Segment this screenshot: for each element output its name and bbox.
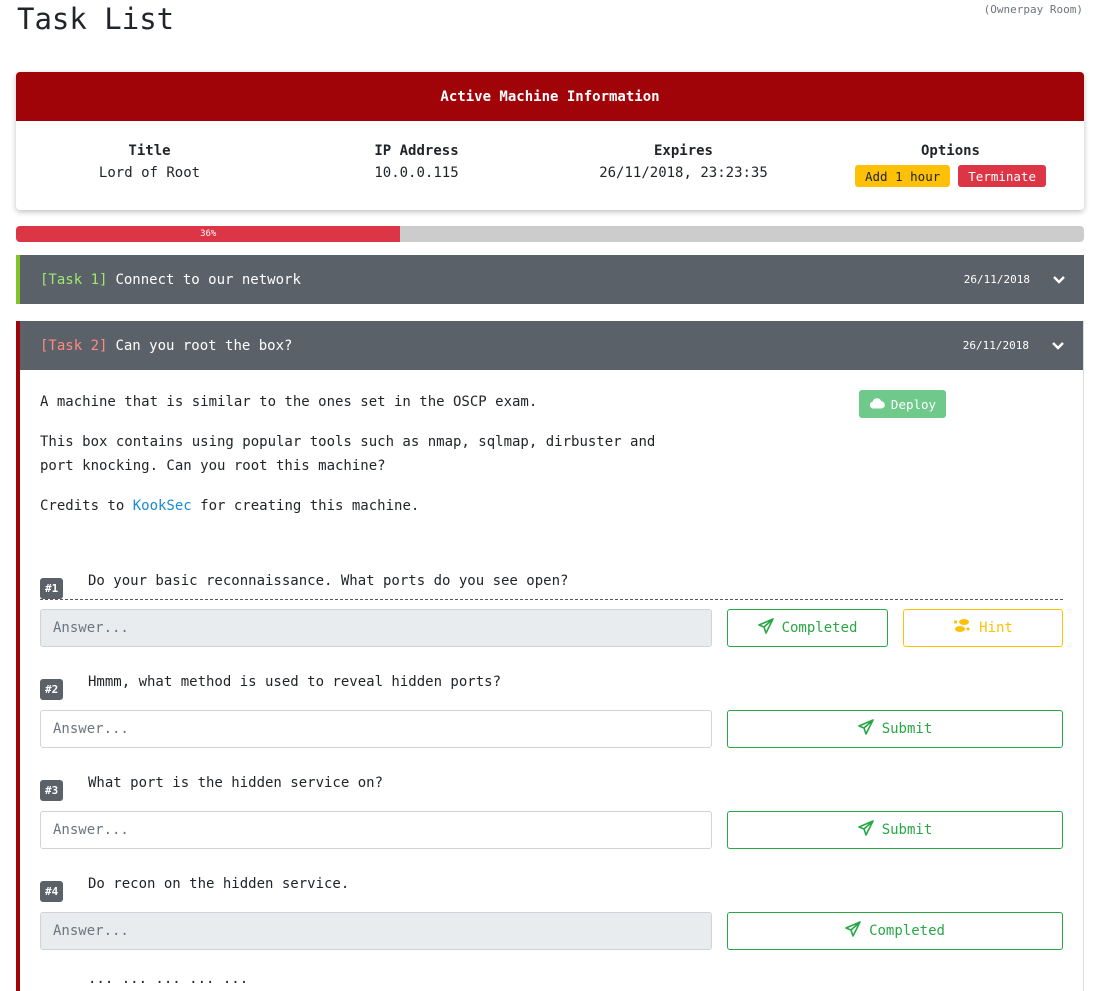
- progress-fill: 36%: [16, 226, 401, 242]
- submit-label: Submit: [881, 822, 933, 838]
- question-4: #4 Do recon on the hidden service. Compl…: [40, 876, 1063, 966]
- machine-expires-value: 26/11/2018, 23:23:35: [599, 165, 768, 181]
- paper-plane-icon: [857, 719, 874, 739]
- task-desc-paragraph: A machine that is similar to the ones se…: [40, 394, 538, 410]
- machine-title-col: Title Lord of Root: [16, 143, 283, 187]
- terminate-button[interactable]: Terminate: [958, 165, 1046, 187]
- task-1-number: [Task 1]: [40, 271, 108, 288]
- question-badge: #4: [40, 881, 64, 902]
- chevron-down-icon[interactable]: [1051, 339, 1065, 353]
- answer-input[interactable]: [40, 710, 712, 748]
- question-text: What port is the hidden service on?: [88, 775, 384, 791]
- submit-button[interactable]: Submit: [727, 710, 1063, 748]
- chevron-down-icon[interactable]: [1052, 273, 1066, 287]
- answer-input[interactable]: [40, 811, 712, 849]
- paper-plane-icon: [845, 921, 861, 941]
- question-text: Hmmm, what method is used to reveal hidd…: [88, 674, 502, 690]
- deploy-button[interactable]: Deploy: [859, 390, 946, 418]
- credits-prefix: Credits to: [40, 498, 133, 514]
- task-desc-paragraph: This box contains using popular tools su…: [40, 434, 656, 474]
- credits-suffix: for creating this machine.: [191, 498, 420, 514]
- add-hour-button[interactable]: Add 1 hour: [855, 165, 951, 187]
- answer-input[interactable]: [40, 912, 712, 950]
- progress-bar: 36%: [16, 226, 1084, 242]
- question-badge: #1: [40, 578, 64, 599]
- machine-card-header: Active Machine Information: [16, 72, 1084, 121]
- page-title: Task List: [17, 2, 175, 36]
- machine-options-heading: Options: [920, 143, 980, 159]
- task-2-number: [Task 2]: [40, 337, 108, 354]
- question-badge: #3: [40, 780, 64, 801]
- task-credits: Credits to KookSec for creating this mac…: [40, 494, 690, 518]
- machine-expires-heading: Expires: [653, 143, 713, 159]
- submit-label: Submit: [881, 721, 933, 737]
- task-1-header[interactable]: [Task 1] Connect to our network 26/11/20…: [20, 255, 1084, 304]
- footprints-icon: [953, 618, 971, 638]
- hint-label: Hint: [979, 620, 1013, 636]
- machine-expires-col: Expires 26/11/2018, 23:23:35: [550, 143, 817, 187]
- machine-options-col: Options Add 1 hour Terminate: [817, 143, 1084, 187]
- paper-plane-icon: [857, 820, 874, 840]
- question-text: Do recon on the hidden service.: [88, 876, 350, 892]
- task-2-header[interactable]: [Task 2] Can you root the box? 26/11/201…: [20, 321, 1083, 370]
- question-1: #1 Do your basic reconnaissance. What po…: [40, 573, 1063, 663]
- task-2: [Task 2] Can you root the box? 26/11/201…: [16, 321, 1084, 991]
- completed-label: Completed: [781, 620, 858, 636]
- room-tag: (Ownerpay Room): [983, 3, 1083, 16]
- paper-plane-icon: [757, 618, 774, 638]
- answer-input[interactable]: [40, 609, 712, 647]
- task-2-date: 26/11/2018: [962, 339, 1029, 352]
- question-text: Do your basic reconnaissance. What ports…: [88, 573, 569, 589]
- task-1-date: 26/11/2018: [963, 273, 1030, 286]
- submit-button[interactable]: Submit: [727, 811, 1063, 849]
- machine-info-row: Title Lord of Root IP Address 10.0.0.115…: [16, 121, 1084, 187]
- machine-ip-col: IP Address 10.0.0.115: [283, 143, 550, 187]
- machine-title-value: Lord of Root: [98, 165, 201, 181]
- machine-ip-heading: IP Address: [374, 143, 459, 159]
- completed-button[interactable]: Completed: [727, 609, 888, 647]
- active-machine-card: Active Machine Information Title Lord of…: [16, 72, 1084, 210]
- task-2-title: Can you root the box?: [115, 337, 293, 354]
- machine-ip-value: 10.0.0.115: [374, 165, 459, 181]
- hint-button[interactable]: Hint: [903, 609, 1063, 647]
- completed-label: Completed: [869, 923, 945, 939]
- completed-button[interactable]: Completed: [727, 912, 1063, 950]
- task-1-title: Connect to our network: [115, 271, 301, 288]
- question-5-partial: ... ... ... ... ...: [88, 971, 249, 987]
- task-1: [Task 1] Connect to our network 26/11/20…: [16, 255, 1084, 304]
- question-2: #2 Hmmm, what method is used to reveal h…: [40, 674, 1063, 764]
- machine-title-heading: Title: [128, 143, 171, 159]
- cloud-icon: [869, 397, 885, 412]
- kooksec-link[interactable]: KookSec: [133, 498, 192, 514]
- question-3: #3 What port is the hidden service on? S…: [40, 775, 1063, 865]
- question-badge: #2: [40, 679, 64, 700]
- deploy-label: Deploy: [890, 396, 937, 412]
